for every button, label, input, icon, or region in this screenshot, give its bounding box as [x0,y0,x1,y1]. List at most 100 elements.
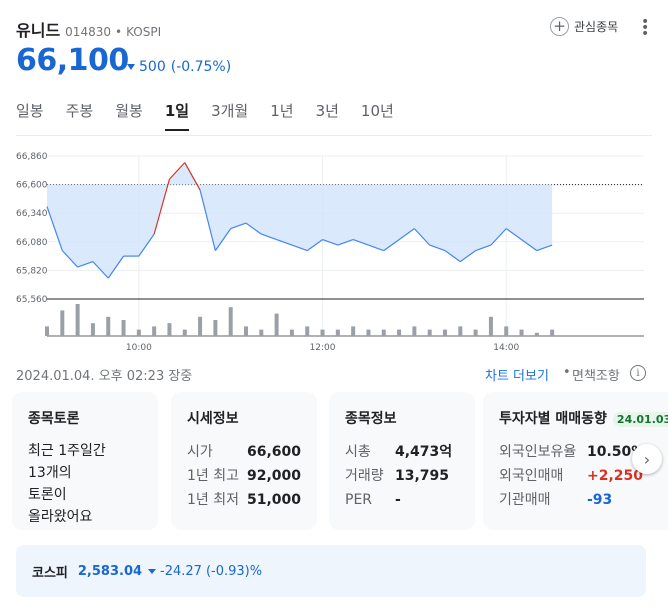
date-badge: 24.01.03 [612,411,668,427]
volume-bar [121,320,126,336]
market-row: 1년 최고 92,000 [187,464,301,488]
y-tick-label: 66,080 [16,238,48,248]
volume-bar [167,323,172,336]
info-value: 4,473억 [395,444,453,460]
discussion-line: 13개의 [28,465,72,481]
price-change: 500 (-0.75%) [127,59,231,75]
tab-1day[interactable]: 1일 [164,100,190,131]
info-row: 거래량 13,795 [345,464,459,488]
volume-bar [244,326,248,336]
tab-1year[interactable]: 1년 [270,100,293,131]
index-value: 2,583.04 [77,563,143,579]
y-tick-label: 66,860 [16,152,48,162]
add-watchlist-button[interactable]: + 관심종목 [550,17,618,36]
volume-bar [198,316,203,336]
volume-bar [305,326,310,336]
index-name: 코스피 [32,565,68,581]
watch-label: 관심종목 [574,20,619,34]
volume-bar [381,329,386,336]
disclaimer-link[interactable]: 면책조항 [572,365,620,384]
volume-bar [90,323,95,336]
discussion-card[interactable]: 종목토론 최근 1주일간 13개의 토론이 올라왔어요 [12,392,158,530]
price-area [47,162,553,279]
info-value: 13,795 [395,468,450,484]
next-card-button[interactable]: › [632,444,662,474]
tabs-divider [16,135,652,136]
investor-row: 외국인보유율 10.50% [499,440,652,464]
change-amount: 500 [139,59,166,75]
x-tick-label: 12:00 [310,343,336,353]
volume-bar [320,329,325,336]
market-value: 92,000 [246,468,301,484]
investor-key: 외국인매매 [499,468,564,484]
volume-bar [259,329,264,336]
kebab-menu-icon[interactable]: • • • [641,15,649,41]
investor-key: 외국인보유율 [499,444,577,460]
meta-separator: • [114,25,123,39]
current-price: 66,100 [16,43,129,78]
index-change: -24.27 (-0.93)% [148,564,262,579]
investor-key: 기관매매 [499,492,551,508]
investor-value: -93 [587,492,613,508]
volume-bar [335,329,340,336]
info-value: - [395,492,401,508]
volume-bar [106,316,111,336]
chevron-right-icon: › [643,449,651,469]
volume-bar [182,329,187,336]
tab-weekly[interactable]: 주봉 [66,100,94,131]
volume-bar [213,320,218,336]
stock-code: 014830 [65,25,111,39]
investor-row: 외국인매매 +2,250 [499,464,652,488]
index-change-amount: -24.27 [160,563,202,579]
info-row: 시총 4,473억 [345,440,459,464]
down-arrow-icon [148,568,157,574]
y-tick-label: 65,820 [16,266,48,276]
volume-bar [458,326,463,336]
info-icon[interactable]: i [630,365,646,381]
volume-bar [366,329,371,336]
intraday-chart[interactable]: 66,860 66,600 66,340 66,080 65,820 65,560 10:0… [0,140,668,360]
change-percent: (-0.75%) [170,59,232,75]
volume-bar [75,304,80,336]
market-row: 1년 최저 51,000 [187,488,301,512]
volume-bar [60,310,65,336]
tab-10years[interactable]: 10년 [361,100,394,131]
market-key: 1년 최고 [187,468,239,484]
info-key: 거래량 [345,468,384,484]
y-tick-label: 66,600 [16,181,48,191]
market-value: 66,600 [246,444,301,460]
down-arrow-icon [127,64,135,70]
kospi-index-bar[interactable]: 코스피 2,583.04 -24.27 (-0.93)% [16,545,646,597]
stock-name: 유니드 [16,21,61,40]
investor-trend-label: 투자자별 매매동향 [499,411,607,427]
volume-bar [412,326,417,336]
stock-info-card[interactable]: 종목정보 시총 4,473억 거래량 13,795 PER - [329,392,475,530]
tab-monthly[interactable]: 월봉 [115,100,143,131]
x-tick-label: 14:00 [493,343,519,353]
market-row: 시가 66,600 [187,440,301,464]
info-key: 시총 [345,444,371,460]
volume-bar [519,329,524,336]
stock-header: 유니드 014830 • KOSPI [16,17,161,41]
market-info-card[interactable]: 시세정보 시가 66,600 1년 최고 92,000 1년 최저 51,000 [171,392,317,530]
volume-bar [397,329,402,336]
chart-more-link[interactable]: 차트 더보기 [485,365,549,384]
volume-bar [550,329,555,336]
volume-bar [473,329,478,336]
volume-bar [534,332,539,336]
tab-3months[interactable]: 3개월 [211,100,248,131]
volume-bar [289,329,294,336]
volume-bar [152,326,157,336]
volume-bar [228,307,233,336]
tab-3years[interactable]: 3년 [316,100,339,131]
plus-icon: + [550,17,569,36]
discussion-title: 종목토론 [28,411,80,427]
discussion-line: 최근 1주일간 [28,443,106,459]
tab-daily[interactable]: 일봉 [16,100,44,131]
timestamp: 2024.01.04. 오후 02:23 장중 [16,369,193,384]
period-tabs: 일봉 주봉 월봉 1일 3개월 1년 3년 10년 [16,100,416,131]
stock-market: KOSPI [126,25,162,39]
volume-bar [45,326,49,336]
market-key: 1년 최저 [187,492,239,508]
volume-bar [443,329,447,336]
